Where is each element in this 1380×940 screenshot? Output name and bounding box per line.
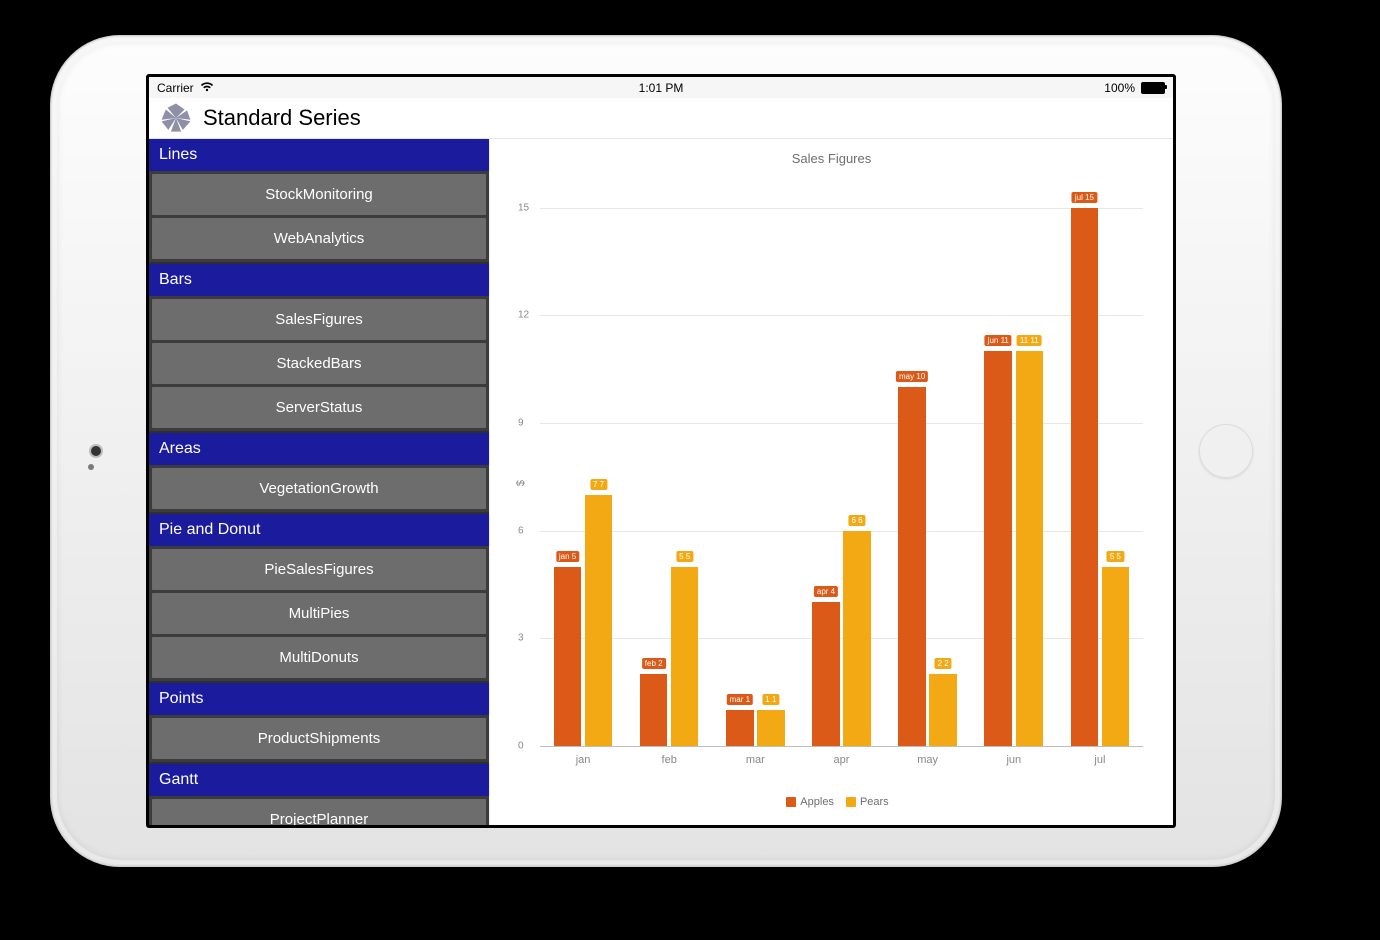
legend-swatch [846,797,856,807]
chart-bar[interactable]: 7 7 [585,495,613,746]
chart-bar[interactable]: jan 5 [554,567,582,746]
chart-title: Sales Figures [490,139,1173,166]
app-logo-icon [159,101,193,135]
chart-bar[interactable]: 5 5 [671,567,699,746]
battery-percent: 100% [1104,81,1135,95]
x-tick: feb [662,754,677,766]
sidebar-item[interactable]: ServerStatus [152,387,486,428]
bar-value-label: feb 2 [642,658,666,669]
chart-legend: Apples Pears [490,796,1173,808]
chart-bar[interactable]: 2 2 [929,674,957,746]
bar-value-label: 6 6 [848,515,865,526]
y-tick: 12 [518,310,529,321]
home-button[interactable] [1199,424,1253,478]
bar-value-label: 1 1 [762,694,779,705]
clock: 1:01 PM [639,81,684,95]
legend-label: Apples [800,796,834,808]
bar-value-label: may 10 [896,371,928,382]
y-tick: 15 [518,202,529,213]
carrier-label: Carrier [157,81,194,95]
bar-value-label: apr 4 [814,586,838,597]
x-tick: may [917,754,938,766]
chart-bar[interactable]: may 10 [898,387,926,746]
sidebar-section-header: Lines [149,139,489,171]
sidebar-item[interactable]: StockMonitoring [152,174,486,215]
chart-bar[interactable]: 6 6 [843,531,871,746]
bar-value-label: 5 5 [1107,551,1124,562]
sidebar: LinesStockMonitoringWebAnalyticsBarsSale… [149,139,489,825]
y-tick: 9 [518,418,524,429]
sidebar-item[interactable]: MultiPies [152,593,486,634]
x-tick: mar [746,754,765,766]
status-bar: Carrier 1:01 PM 100% [149,77,1173,98]
sidebar-item[interactable]: ProjectPlanner [152,799,486,825]
page-title: Standard Series [203,105,361,131]
sidebar-item[interactable]: ProductShipments [152,718,486,759]
sidebar-item[interactable]: MultiDonuts [152,637,486,678]
bar-value-label: 2 2 [935,658,952,669]
x-tick: apr [834,754,850,766]
chart-bar[interactable]: apr 4 [812,602,840,746]
chart-pane: Sales Figures $ 03691215janjan 57 7febfe… [489,139,1173,825]
y-tick: 6 [518,525,524,536]
bar-value-label: 7 7 [590,479,607,490]
sidebar-section-header: Pie and Donut [149,512,489,546]
sidebar-section-header: Areas [149,431,489,465]
tablet-frame: Carrier 1:01 PM 100% [50,35,1282,867]
legend-label: Pears [860,796,889,808]
bar-value-label: mar 1 [727,694,753,705]
sidebar-section-header: Points [149,681,489,715]
bar-value-label: jun 11 [985,335,1012,346]
sidebar-section-header: Bars [149,262,489,296]
sidebar-item[interactable]: WebAnalytics [152,218,486,259]
y-tick: 0 [518,741,524,752]
bar-value-label: jul 15 [1072,192,1097,203]
chart-bar[interactable]: 1 1 [757,710,785,746]
x-tick: jan [576,754,591,766]
chart-bar[interactable]: 5 5 [1102,567,1130,746]
bar-value-label: jan 5 [556,551,579,562]
chart-plot: 03691215janjan 57 7febfeb 25 5marmar 11 … [540,179,1143,746]
sidebar-item[interactable]: SalesFigures [152,299,486,340]
x-tick: jun [1006,754,1021,766]
y-axis-label: $ [515,479,527,485]
chart-bar[interactable]: mar 1 [726,710,754,746]
bar-value-label: 5 5 [676,551,693,562]
bar-value-label: 11 11 [1017,335,1042,346]
chart-bar[interactable]: jul 15 [1071,208,1099,746]
x-tick: jul [1094,754,1105,766]
sidebar-item[interactable]: StackedBars [152,343,486,384]
chart-bar[interactable]: feb 2 [640,674,668,746]
front-camera [91,446,101,456]
y-tick: 3 [518,633,524,644]
sidebar-item[interactable]: VegetationGrowth [152,468,486,509]
sidebar-item[interactable]: PieSalesFigures [152,549,486,590]
wifi-icon [200,81,214,95]
battery-icon [1141,82,1165,94]
screen: Carrier 1:01 PM 100% [149,77,1173,825]
chart-bar[interactable]: 11 11 [1016,351,1044,746]
legend-swatch [786,797,796,807]
chart-bar[interactable]: jun 11 [984,351,1012,746]
sidebar-section-header: Gantt [149,762,489,796]
title-bar: Standard Series [149,98,1173,139]
